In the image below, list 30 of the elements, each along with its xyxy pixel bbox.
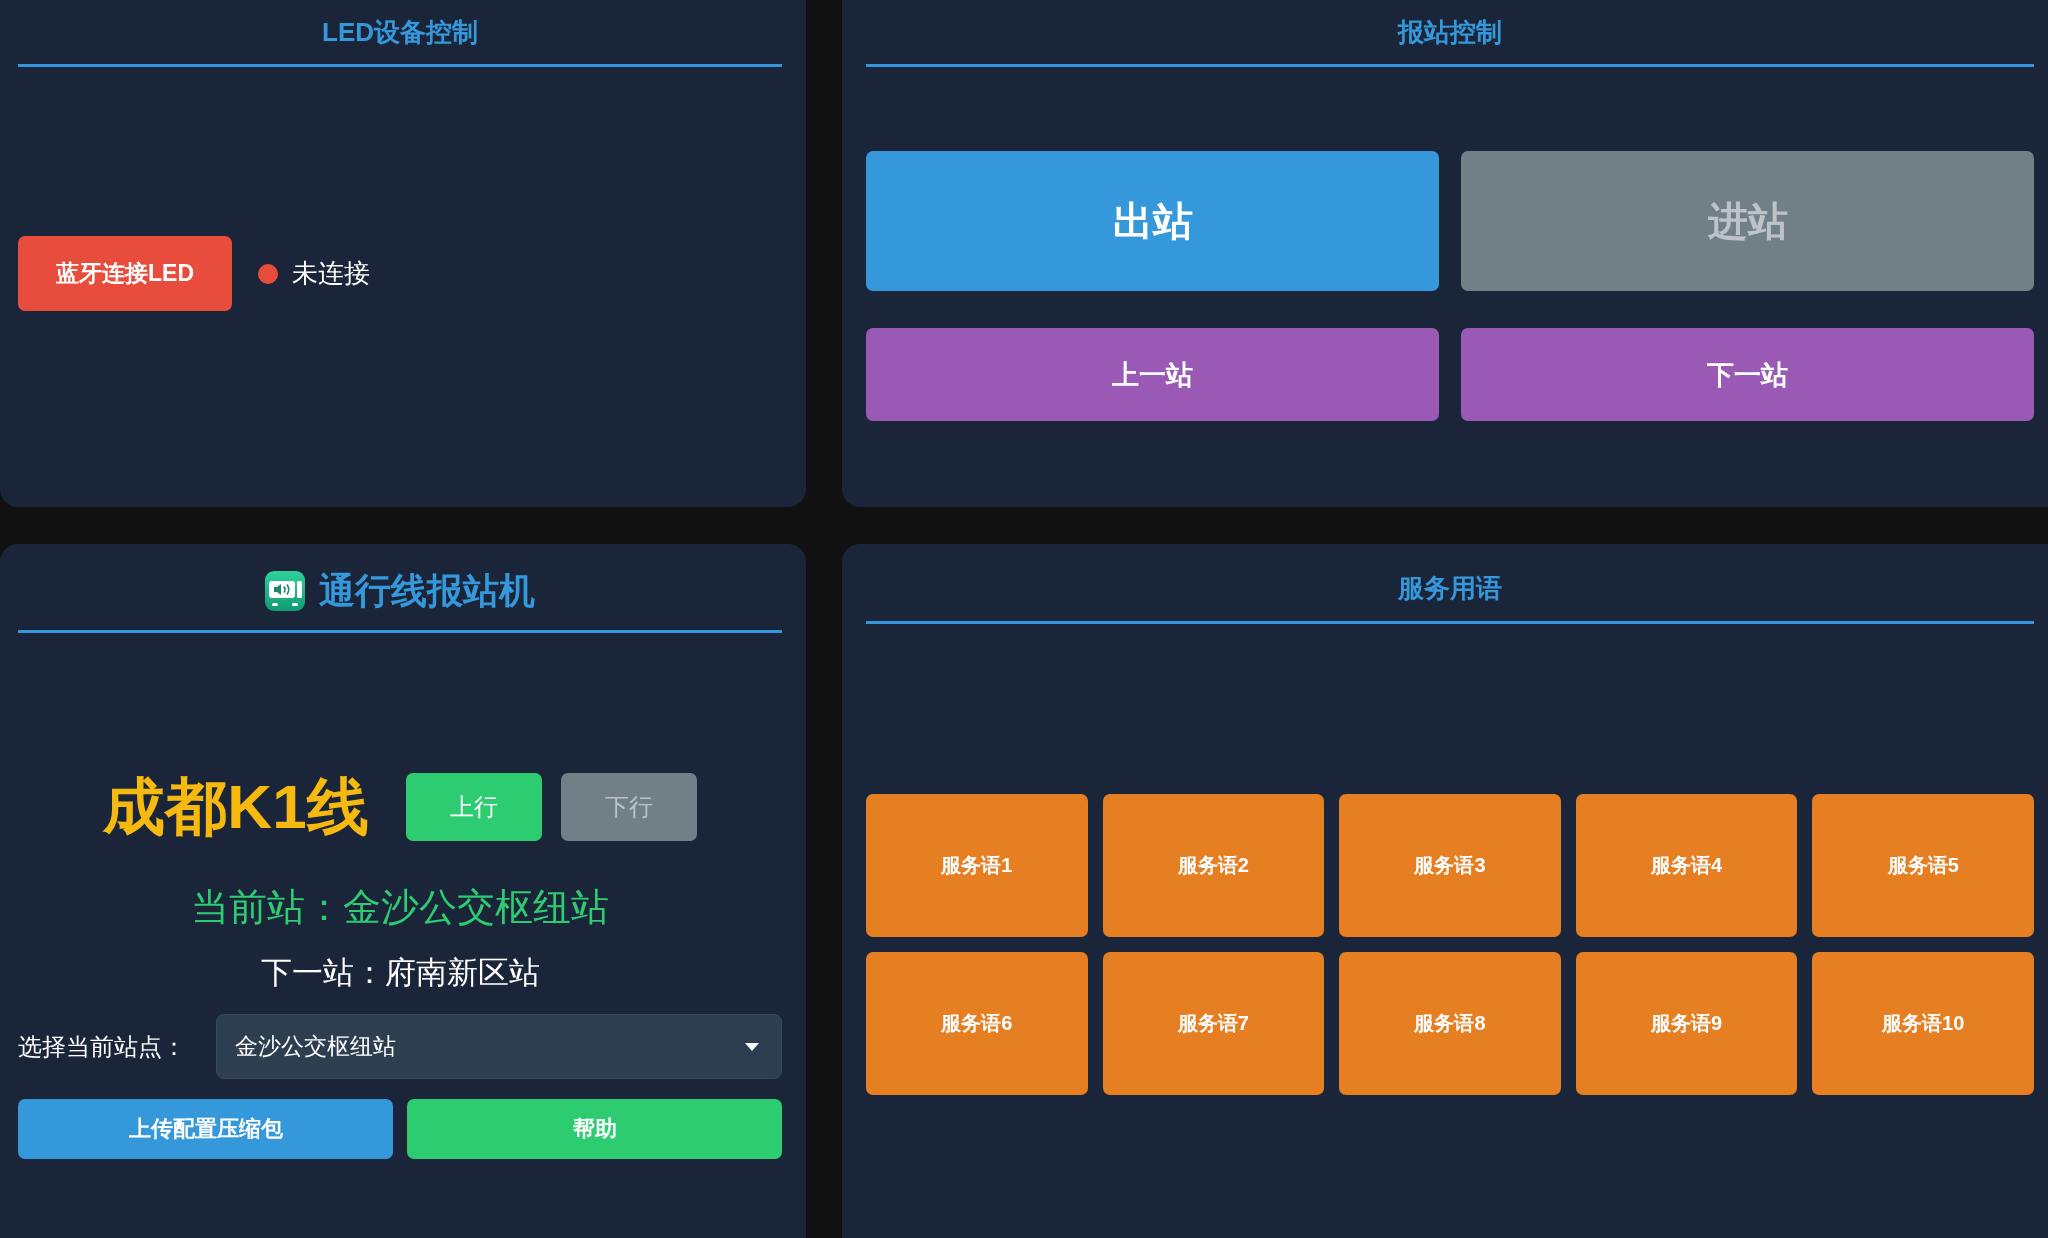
- app-title: 通行线报站机: [319, 569, 535, 613]
- station-select-label: 选择当前站点：: [18, 1031, 186, 1062]
- action-button[interactable]: 帮助: [407, 1099, 782, 1159]
- stop-button[interactable]: 出站: [866, 151, 1439, 291]
- service-phrase-button[interactable]: 服务语6: [866, 952, 1088, 1095]
- service-phrase-button[interactable]: 服务语1: [866, 794, 1088, 937]
- station-nav-button[interactable]: 上一站: [866, 328, 1439, 421]
- service-phrase-button[interactable]: 服务语9: [1575, 952, 1798, 1095]
- current-station: 当前站：金沙公交枢纽站: [190, 885, 610, 930]
- next-station: 下一站：府南新区站: [259, 954, 541, 992]
- service-phrase-button[interactable]: 服务语7: [1102, 952, 1325, 1095]
- service-phrase-button[interactable]: 服务语3: [1339, 794, 1561, 937]
- station-select[interactable]: 金沙公交枢纽站: [216, 1014, 782, 1079]
- direction-tab[interactable]: 下行: [560, 773, 697, 841]
- connection-status: 未连接: [292, 257, 370, 290]
- bus-speaker-icon: [265, 571, 305, 611]
- station-nav-button[interactable]: 下一站: [1461, 328, 2034, 421]
- bluetooth-connect-button[interactable]: 蓝牙连接LED: [18, 236, 232, 311]
- line-name: 成都K1线: [103, 771, 369, 843]
- caret-icon: [745, 1042, 759, 1051]
- service-phrase-button[interactable]: 服务语8: [1339, 952, 1561, 1095]
- service-phrase-button[interactable]: 服务语10: [1812, 952, 2034, 1095]
- panel-title: LED设备控制: [322, 16, 478, 49]
- service-phrase-button[interactable]: 服务语5: [1812, 794, 2034, 937]
- service-phrase-button[interactable]: 服务语4: [1575, 794, 1798, 937]
- action-button[interactable]: 上传配置压缩包: [18, 1099, 393, 1159]
- direction-tab[interactable]: 上行: [405, 773, 542, 841]
- panel-title: 服务用语: [1398, 572, 1502, 605]
- service-phrase-button[interactable]: 服务语2: [1102, 794, 1325, 937]
- panel-title: 报站控制: [1398, 16, 1502, 49]
